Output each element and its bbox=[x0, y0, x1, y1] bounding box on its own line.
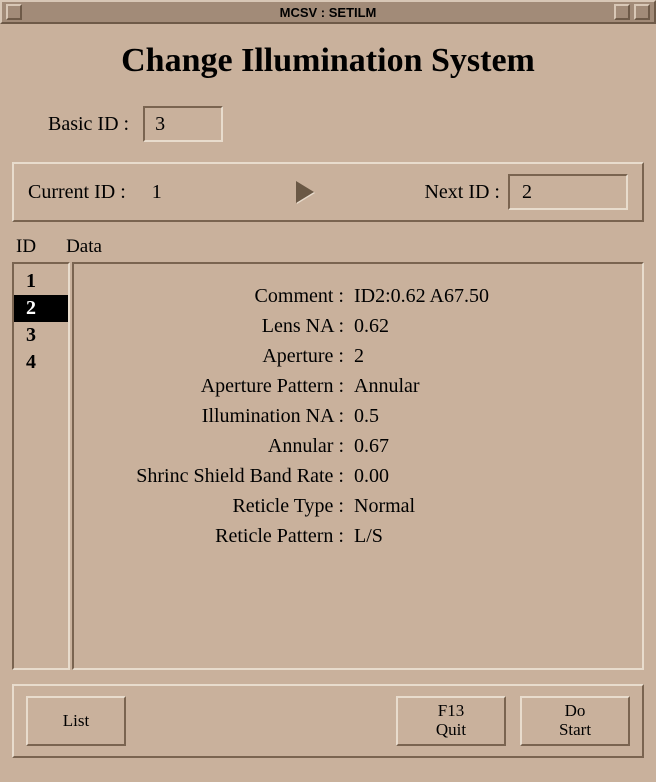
data-row-label: Aperture : bbox=[94, 345, 354, 368]
id-list-item[interactable]: 4 bbox=[14, 349, 68, 376]
id-list-item[interactable]: 1 bbox=[14, 268, 68, 295]
current-id-label: Current ID : bbox=[28, 181, 126, 204]
maximize-button[interactable] bbox=[634, 4, 650, 20]
data-row-label: Lens NA : bbox=[94, 315, 354, 338]
data-row-value: 0.67 bbox=[354, 435, 389, 458]
data-row: Reticle Type :Normal bbox=[94, 495, 622, 518]
list-button[interactable]: List bbox=[26, 696, 126, 746]
page-title: Change Illumination System bbox=[12, 42, 644, 80]
data-row-label: Comment : bbox=[94, 285, 354, 308]
data-row: Illumination NA :0.5 bbox=[94, 405, 622, 428]
data-row: Aperture Pattern :Annular bbox=[94, 375, 622, 398]
col-id-label: ID bbox=[16, 236, 36, 258]
data-row-value: L/S bbox=[354, 525, 383, 548]
id-list-item[interactable]: 2 bbox=[14, 295, 68, 322]
data-row-value: 0.5 bbox=[354, 405, 379, 428]
data-row-label: Reticle Pattern : bbox=[94, 525, 354, 548]
data-row: Comment :ID2:0.62 A67.50 bbox=[94, 285, 622, 308]
columns-header: ID Data bbox=[16, 236, 644, 258]
data-row-value: 2 bbox=[354, 345, 364, 368]
data-row-label: Annular : bbox=[94, 435, 354, 458]
basic-id-field[interactable]: 3 bbox=[143, 106, 223, 142]
data-row: Annular :0.67 bbox=[94, 435, 622, 458]
main-area: 1234 Comment :ID2:0.62 A67.50Lens NA :0.… bbox=[12, 262, 644, 670]
data-row-label: Shrinc Shield Band Rate : bbox=[94, 465, 354, 488]
quit-button-line1: F13 bbox=[438, 702, 464, 721]
next-id-value: 2 bbox=[522, 181, 532, 204]
basic-id-row: Basic ID : 3 bbox=[12, 102, 644, 162]
data-row: Shrinc Shield Band Rate :0.00 bbox=[94, 465, 622, 488]
data-row-value: Normal bbox=[354, 495, 415, 518]
play-icon[interactable] bbox=[296, 181, 314, 203]
window-title: MCSV : SETILM bbox=[280, 5, 377, 20]
id-list-item[interactable]: 3 bbox=[14, 322, 68, 349]
data-row-value: 0.62 bbox=[354, 315, 389, 338]
do-start-button[interactable]: Do Start bbox=[520, 696, 630, 746]
data-row-label: Aperture Pattern : bbox=[94, 375, 354, 398]
data-row-value: ID2:0.62 A67.50 bbox=[354, 285, 489, 308]
data-row-label: Illumination NA : bbox=[94, 405, 354, 428]
col-data-label: Data bbox=[66, 236, 102, 258]
titlebar: MCSV : SETILM bbox=[0, 0, 656, 24]
minimize-button[interactable] bbox=[614, 4, 630, 20]
window-body: Change Illumination System Basic ID : 3 … bbox=[0, 42, 656, 770]
next-id-field[interactable]: 2 bbox=[508, 174, 628, 210]
next-id-label: Next ID : bbox=[424, 181, 500, 204]
quit-button[interactable]: F13 Quit bbox=[396, 696, 506, 746]
data-row-value: 0.00 bbox=[354, 465, 389, 488]
footer: List F13 Quit Do Start bbox=[12, 684, 644, 758]
data-row: Reticle Pattern :L/S bbox=[94, 525, 622, 548]
data-row: Aperture :2 bbox=[94, 345, 622, 368]
data-row-value: Annular bbox=[354, 375, 420, 398]
sysmenu-button[interactable] bbox=[6, 4, 22, 20]
data-row-label: Reticle Type : bbox=[94, 495, 354, 518]
current-id-value: 1 bbox=[152, 181, 186, 204]
list-button-label: List bbox=[63, 712, 89, 731]
basic-id-label: Basic ID : bbox=[48, 113, 129, 136]
quit-button-line2: Quit bbox=[436, 721, 466, 740]
id-list[interactable]: 1234 bbox=[12, 262, 70, 670]
data-panel: Comment :ID2:0.62 A67.50Lens NA :0.62Ape… bbox=[72, 262, 644, 670]
do-start-button-line1: Do bbox=[565, 702, 586, 721]
basic-id-value: 3 bbox=[155, 113, 165, 136]
current-next-group: Current ID : 1 Next ID : 2 bbox=[12, 162, 644, 222]
data-row: Lens NA :0.62 bbox=[94, 315, 622, 338]
do-start-button-line2: Start bbox=[559, 721, 591, 740]
